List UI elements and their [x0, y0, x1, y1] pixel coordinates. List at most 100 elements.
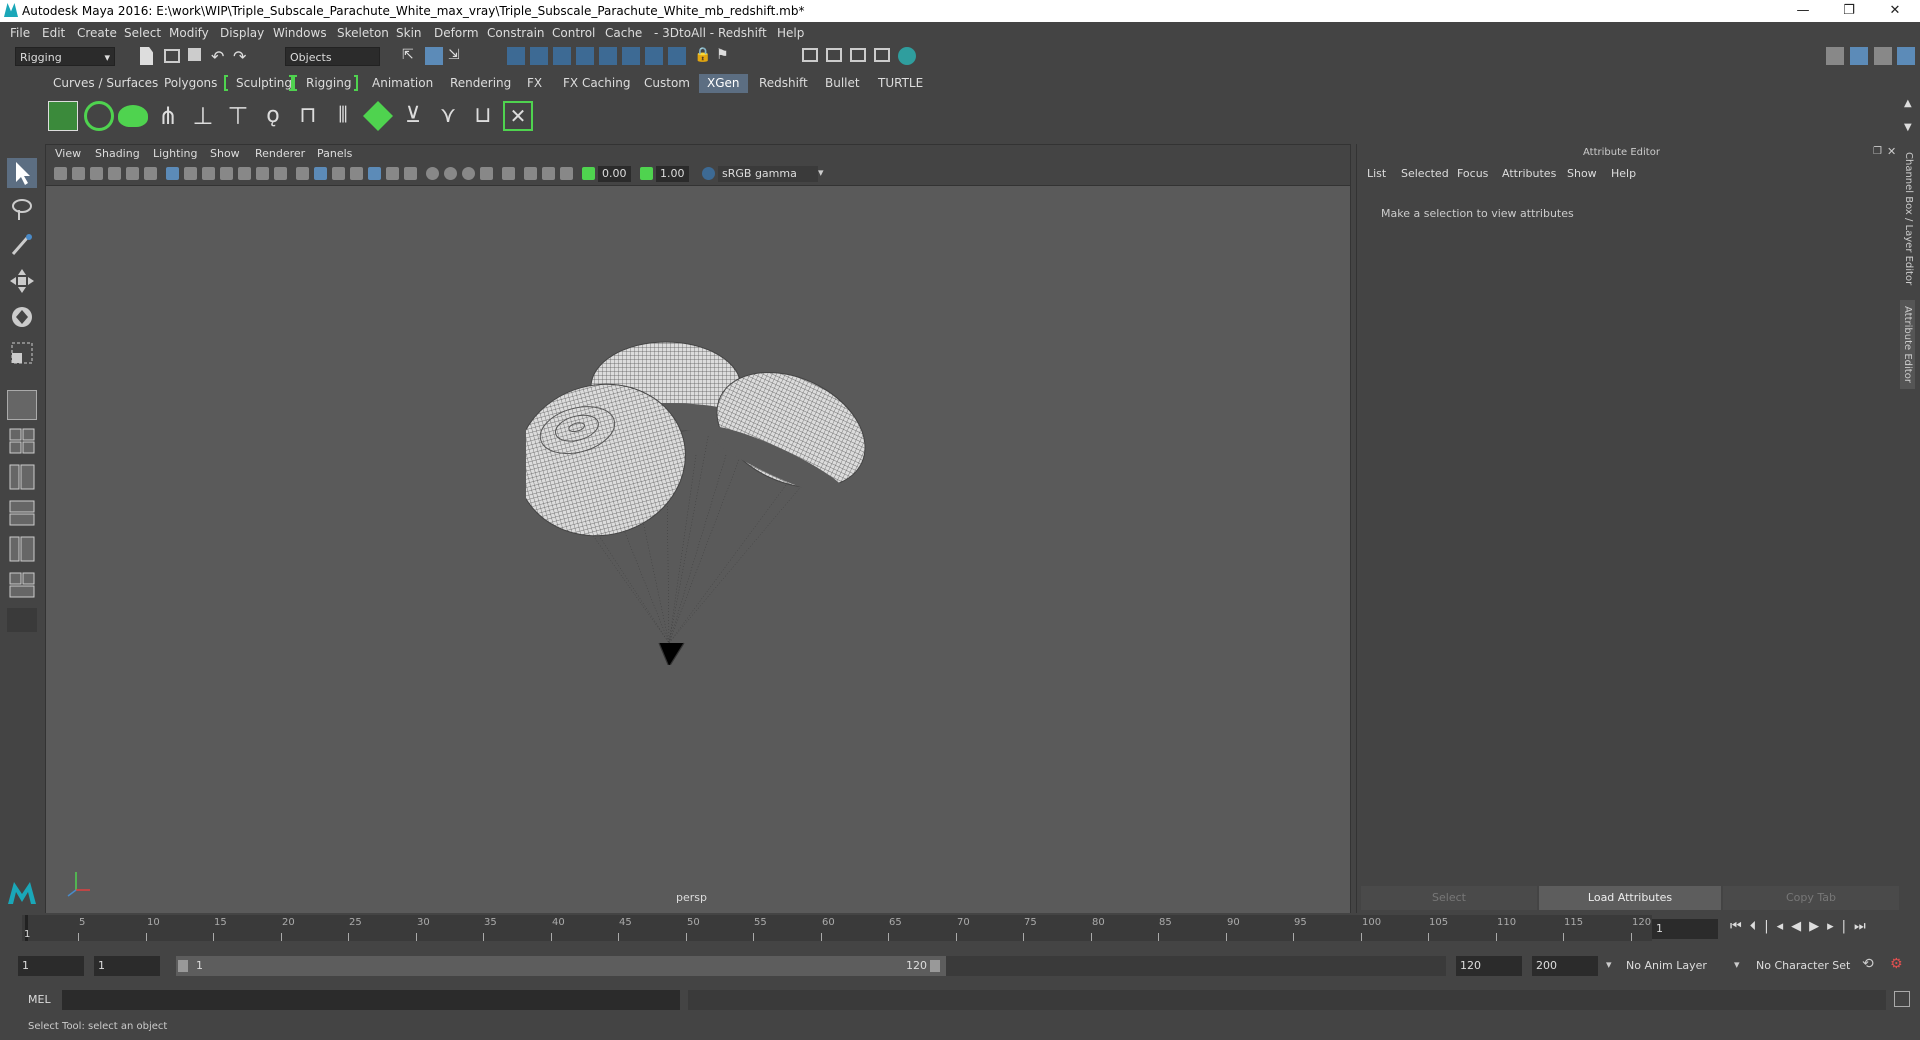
camera-icon[interactable] [54, 167, 67, 180]
selection-mode-dropdown[interactable]: Objects [285, 47, 380, 66]
xgen-export-icon[interactable]: ✕ [503, 101, 533, 131]
character-set-dropdown[interactable]: No Character Set [1752, 956, 1870, 976]
menu-skin[interactable]: Skin [396, 26, 422, 40]
xgen-rebuild-icon[interactable]: ⫴ [328, 101, 358, 131]
attribute-editor-side-tab[interactable]: Attribute Editor [1900, 300, 1915, 389]
script-editor-icon[interactable] [1894, 991, 1910, 1007]
maya-home-icon[interactable] [6, 878, 38, 906]
render-settings-icon[interactable] [874, 48, 890, 62]
tab-turtle[interactable]: TURTLE [870, 74, 931, 93]
safe-title-icon[interactable] [274, 167, 287, 180]
tab-custom[interactable]: Custom [636, 74, 698, 93]
tab-redshift[interactable]: Redshift [751, 74, 816, 93]
layout-icon[interactable] [1850, 47, 1868, 65]
snap-surface-icon[interactable] [599, 47, 617, 65]
render-view-icon[interactable] [802, 48, 818, 62]
xgen-move-guide-icon[interactable]: ⊤ [223, 101, 253, 131]
undo-icon[interactable]: ↶ [211, 47, 229, 66]
paint-select-tool-icon[interactable] [7, 230, 37, 260]
menu-skeleton[interactable]: Skeleton [337, 26, 389, 40]
wireframe-on-shaded-icon[interactable] [350, 167, 363, 180]
xgen-density-icon[interactable]: ⊔ [468, 101, 498, 131]
image-plane-icon[interactable] [108, 167, 121, 180]
depth-of-field-icon[interactable] [480, 167, 493, 180]
safe-action-icon[interactable] [256, 167, 269, 180]
command-input[interactable] [62, 990, 680, 1010]
color-space-dropdown[interactable]: sRGB gamma [718, 166, 818, 182]
smooth-shade-icon[interactable] [314, 167, 327, 180]
wireframe-icon[interactable] [296, 167, 309, 180]
tab-curves-surfaces[interactable]: Curves / Surfaces [45, 74, 166, 93]
menu-display[interactable]: Display [220, 26, 264, 40]
hypershade-icon[interactable] [898, 47, 916, 65]
xgen-editor-icon[interactable] [48, 101, 78, 131]
minimize-button[interactable]: — [1780, 0, 1826, 22]
float-panel-icon[interactable]: ❐ [1873, 146, 1882, 157]
tab-rendering[interactable]: Rendering [442, 74, 519, 93]
playback-start-field[interactable]: 1 [94, 956, 160, 976]
render-frame-icon[interactable] [826, 48, 842, 62]
xgen-preview-icon[interactable] [84, 101, 114, 131]
ipr-render-icon[interactable] [850, 48, 866, 62]
play-backward-icon[interactable]: ◀ [1791, 919, 1809, 934]
vp-menu-view[interactable]: View [55, 147, 81, 160]
shelf-scroll-down-icon[interactable]: ▼ [1904, 122, 1912, 133]
select-tool-icon[interactable] [7, 158, 37, 188]
gate-mask-icon[interactable] [220, 167, 233, 180]
menu-redshift[interactable]: Redshift [718, 26, 767, 40]
exposure-icon[interactable] [582, 167, 595, 180]
lasso-tool-icon[interactable] [7, 194, 37, 224]
maximize-button[interactable]: ❐ [1826, 0, 1872, 22]
bookmark-icon[interactable] [90, 167, 103, 180]
channel-box-side-tab[interactable]: Channel Box / Layer Editor [1903, 152, 1914, 285]
anti-aliasing-icon[interactable] [462, 167, 475, 180]
persp-uv-layout-icon[interactable] [7, 570, 37, 600]
vp-menu-lighting[interactable]: Lighting [153, 147, 197, 160]
lock-icon[interactable]: 🔒 [694, 47, 712, 65]
step-back-key-icon[interactable]: ⏴ [1750, 919, 1765, 934]
attr-menu-selected[interactable]: Selected [1401, 167, 1449, 180]
snap-pivot-icon[interactable] [622, 47, 640, 65]
select-hierarchy-icon[interactable]: ⇱ [402, 47, 420, 65]
new-scene-icon[interactable] [140, 47, 153, 65]
isolate-select-icon[interactable] [502, 167, 515, 180]
xgen-curves-to-guides-icon[interactable]: ⋎ [433, 101, 463, 131]
2d-pan-zoom-icon[interactable] [126, 167, 139, 180]
shadows-icon[interactable] [404, 167, 417, 180]
tab-polygons[interactable]: Polygons [156, 74, 225, 93]
xgen-guides-to-curves-icon[interactable]: ⊻ [398, 101, 428, 131]
attr-menu-attributes[interactable]: Attributes [1502, 167, 1556, 180]
menu-constrain[interactable]: Constrain [487, 26, 545, 40]
grease-pencil-icon[interactable] [144, 167, 157, 180]
tab-fx-caching[interactable]: FX Caching [555, 74, 638, 93]
xray-icon[interactable] [368, 167, 381, 180]
load-attributes-button[interactable]: Load Attributes [1539, 886, 1721, 910]
construction-history-icon[interactable]: ⚑ [716, 47, 734, 65]
make-live-icon[interactable] [645, 47, 663, 65]
persp-outliner-layout-icon[interactable] [7, 462, 37, 492]
tab-fx[interactable]: FX [519, 74, 550, 93]
snap-curve-icon[interactable] [530, 47, 548, 65]
workspace-icon[interactable] [1826, 47, 1844, 65]
persp-graph-layout-icon[interactable] [7, 498, 37, 528]
move-tool-icon[interactable] [7, 266, 37, 296]
channel-box-icon[interactable] [1897, 47, 1915, 65]
xgen-groom-icon[interactable] [118, 105, 148, 127]
resolution-gate-icon[interactable] [202, 167, 215, 180]
animation-start-field[interactable]: 1 [18, 956, 84, 976]
vp-menu-show[interactable]: Show [210, 147, 240, 160]
vp-menu-panels[interactable]: Panels [317, 147, 352, 160]
anim-layer-dropdown[interactable]: No Anim Layer [1622, 956, 1740, 976]
time-slider[interactable]: 1 5 10 15 20 25 30 35 40 45 50 55 60 65 … [0, 913, 1920, 945]
parachute-model[interactable] [526, 335, 886, 665]
xgen-sculpt-guide-icon[interactable]: ǫ [258, 101, 288, 131]
xgen-lock-icon[interactable]: ⊓ [293, 101, 323, 131]
menu-3dtoall[interactable]: - 3DtoAll - [654, 26, 714, 40]
shelf-scroll-up-icon[interactable]: ▲ [1904, 98, 1912, 109]
menu-create[interactable]: Create [77, 26, 117, 40]
xray-joints-icon[interactable] [524, 167, 537, 180]
close-panel-icon[interactable]: ✕ [1887, 145, 1896, 158]
menu-edit[interactable]: Edit [42, 26, 65, 40]
xgen-add-guide-icon[interactable]: ⊥ [188, 101, 218, 131]
outliner-icon[interactable] [1874, 47, 1892, 65]
